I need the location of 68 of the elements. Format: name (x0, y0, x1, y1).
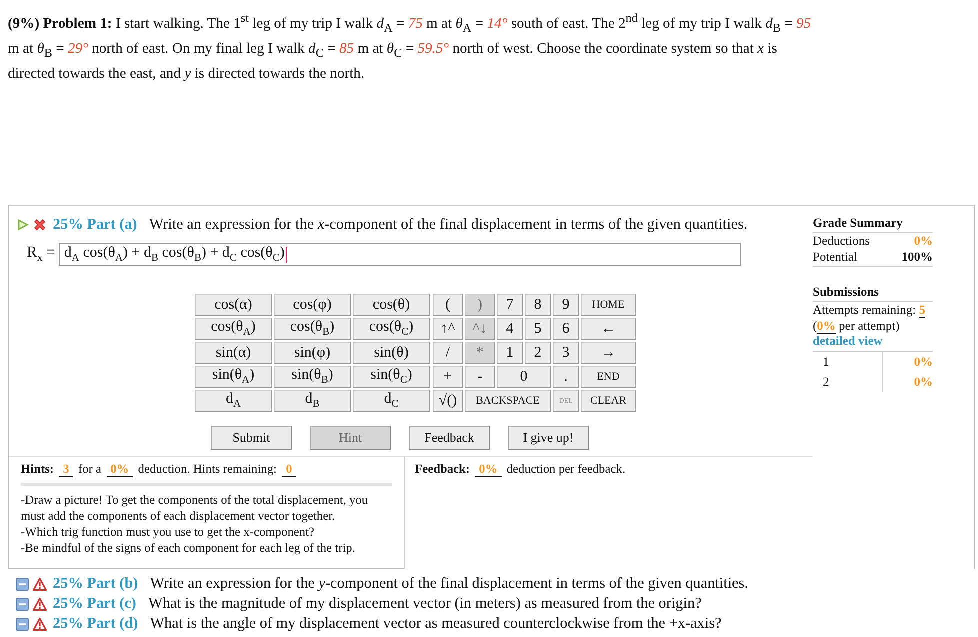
summary-label: Deductions (813, 233, 870, 249)
keypad-key[interactable]: CLEAR (581, 390, 636, 412)
hint-text: -Be mindful of the signs of each component for each leg of the trip. (21, 540, 356, 556)
answer-label: R$_{x}$ = (27, 244, 56, 265)
attempt-score: 0% (913, 374, 933, 391)
keypad-key[interactable]: + (433, 366, 463, 388)
summary-label: Potential (813, 249, 858, 265)
grade-summary-title: Grade Summary (813, 216, 933, 233)
function-key[interactable]: sin(α) (195, 342, 272, 364)
keypad-key[interactable]: 6 (553, 318, 579, 340)
collapse-square-icon[interactable] (16, 578, 29, 590)
function-key[interactable]: d$_{B}$ (274, 390, 351, 412)
keypad-key[interactable]: 7 (497, 294, 523, 316)
collapse-square-icon[interactable] (16, 618, 29, 630)
summary-value: 0% (914, 233, 933, 249)
keypad-key[interactable]: 0 (497, 366, 551, 388)
function-key[interactable]: d$_{C}$ (353, 390, 430, 412)
keypad-key[interactable]: ↑^ (433, 318, 463, 340)
action-button[interactable]: Submit (211, 426, 292, 450)
keypad-key[interactable]: 4 (497, 318, 523, 340)
keypad-key[interactable]: ← (581, 318, 636, 340)
keypad-key[interactable]: 5 (525, 318, 551, 340)
function-key[interactable]: cos(θ$_{B}$) (274, 318, 351, 340)
keypad-key[interactable]: END (581, 366, 636, 388)
question-text: Write an expression for the y-component of the final displacement in terms of the given quantities. (150, 575, 748, 593)
function-key[interactable]: sin(θ) (353, 342, 430, 364)
keypad-key[interactable]: . (553, 366, 579, 388)
function-key[interactable]: cos(φ) (274, 294, 351, 316)
hint-text: -Which trig function must you use to get the x-component? (21, 524, 316, 540)
question-text: What is the angle of my displacement vector as measured counterclockwise from the +x-axis? (150, 615, 722, 633)
answer-field[interactable]: d$_{A}$ cos(θ$_{A}$) + d$_{B}$ cos(θ$_{B}$) + d$_{C}$ cos(θ$_{C}$) (59, 243, 742, 266)
problem-statement: (9%) Problem 1: I start walking. The 1$^{st}$ leg of my trip I walk d$_{A}$ = 75 m at θ$_{A}$ = 14° south of east. The 2$^{nd}$ leg of my trip I walk d$_{B}$ = 95 m at θ$_{B}$ = 29° north of east. On my final leg I walk d$_{C}$ = 85 m at θ$_{C}$ = 59.5° north of west. Choose the coordinate system so that x is directed towards the east, and y is directed towards the north. (8, 10, 812, 84)
keypad-key[interactable]: - (465, 366, 495, 388)
function-key[interactable]: cos(θ) (353, 294, 430, 316)
function-key[interactable]: sin(θ$_{A}$) (195, 366, 272, 388)
expand-triangle-icon[interactable] (17, 219, 29, 231)
keypad-key[interactable]: 2 (525, 342, 551, 364)
keypad-key[interactable]: BACKSPACE (465, 390, 551, 412)
feedback-info: Feedback: 0% deduction per feedback. (414, 461, 627, 479)
hints-summary: Hints: 3 for a 0% deduction. Hints remaining: 0 (21, 461, 392, 486)
keypad-key[interactable]: ( (433, 294, 463, 316)
attempt-number: 1 (813, 352, 883, 372)
function-key[interactable]: d$_{A}$ (195, 390, 272, 412)
submissions-title: Submissions (813, 285, 933, 302)
function-key[interactable]: cos(α) (195, 294, 272, 316)
attempts-text: Attempts remaining: 5 (0% per attempt) (813, 302, 926, 334)
function-key[interactable]: sin(θ$_{C}$) (353, 366, 430, 388)
attempt-number: 2 (813, 372, 883, 392)
keypad-key[interactable]: → (581, 342, 636, 364)
summary-value: 100% (902, 249, 933, 265)
function-key[interactable]: cos(θ$_{A}$) (195, 318, 272, 340)
question-text: Write an expression for the x-component of the final displacement in terms of the given quantities. (149, 216, 748, 234)
hint-text: -Draw a picture! To get the components of the total displacement, you must add the components of each displacement vector together. (21, 492, 370, 524)
collapse-square-icon[interactable] (16, 598, 29, 610)
function-key[interactable]: sin(φ) (274, 342, 351, 364)
function-key[interactable]: cos(θ$_{C}$) (353, 318, 430, 340)
action-button[interactable]: I give up! (508, 426, 589, 450)
keypad-key[interactable]: 9 (553, 294, 579, 316)
keypad-key[interactable]: 3 (553, 342, 579, 364)
keypad-key[interactable]: 8 (525, 294, 551, 316)
keypad-key[interactable]: / (433, 342, 463, 364)
action-button[interactable]: Feedback (409, 426, 490, 450)
function-key[interactable]: sin(θ$_{B}$) (274, 366, 351, 388)
keypad-key[interactable]: 1 (497, 342, 523, 364)
keypad-key[interactable]: √() (433, 390, 463, 412)
question-text: What is the magnitude of my displacement vector (in meters) as measured from the origin? (148, 595, 702, 613)
attempt-score: 0% (913, 354, 933, 371)
keypad-key[interactable]: HOME (581, 294, 636, 316)
